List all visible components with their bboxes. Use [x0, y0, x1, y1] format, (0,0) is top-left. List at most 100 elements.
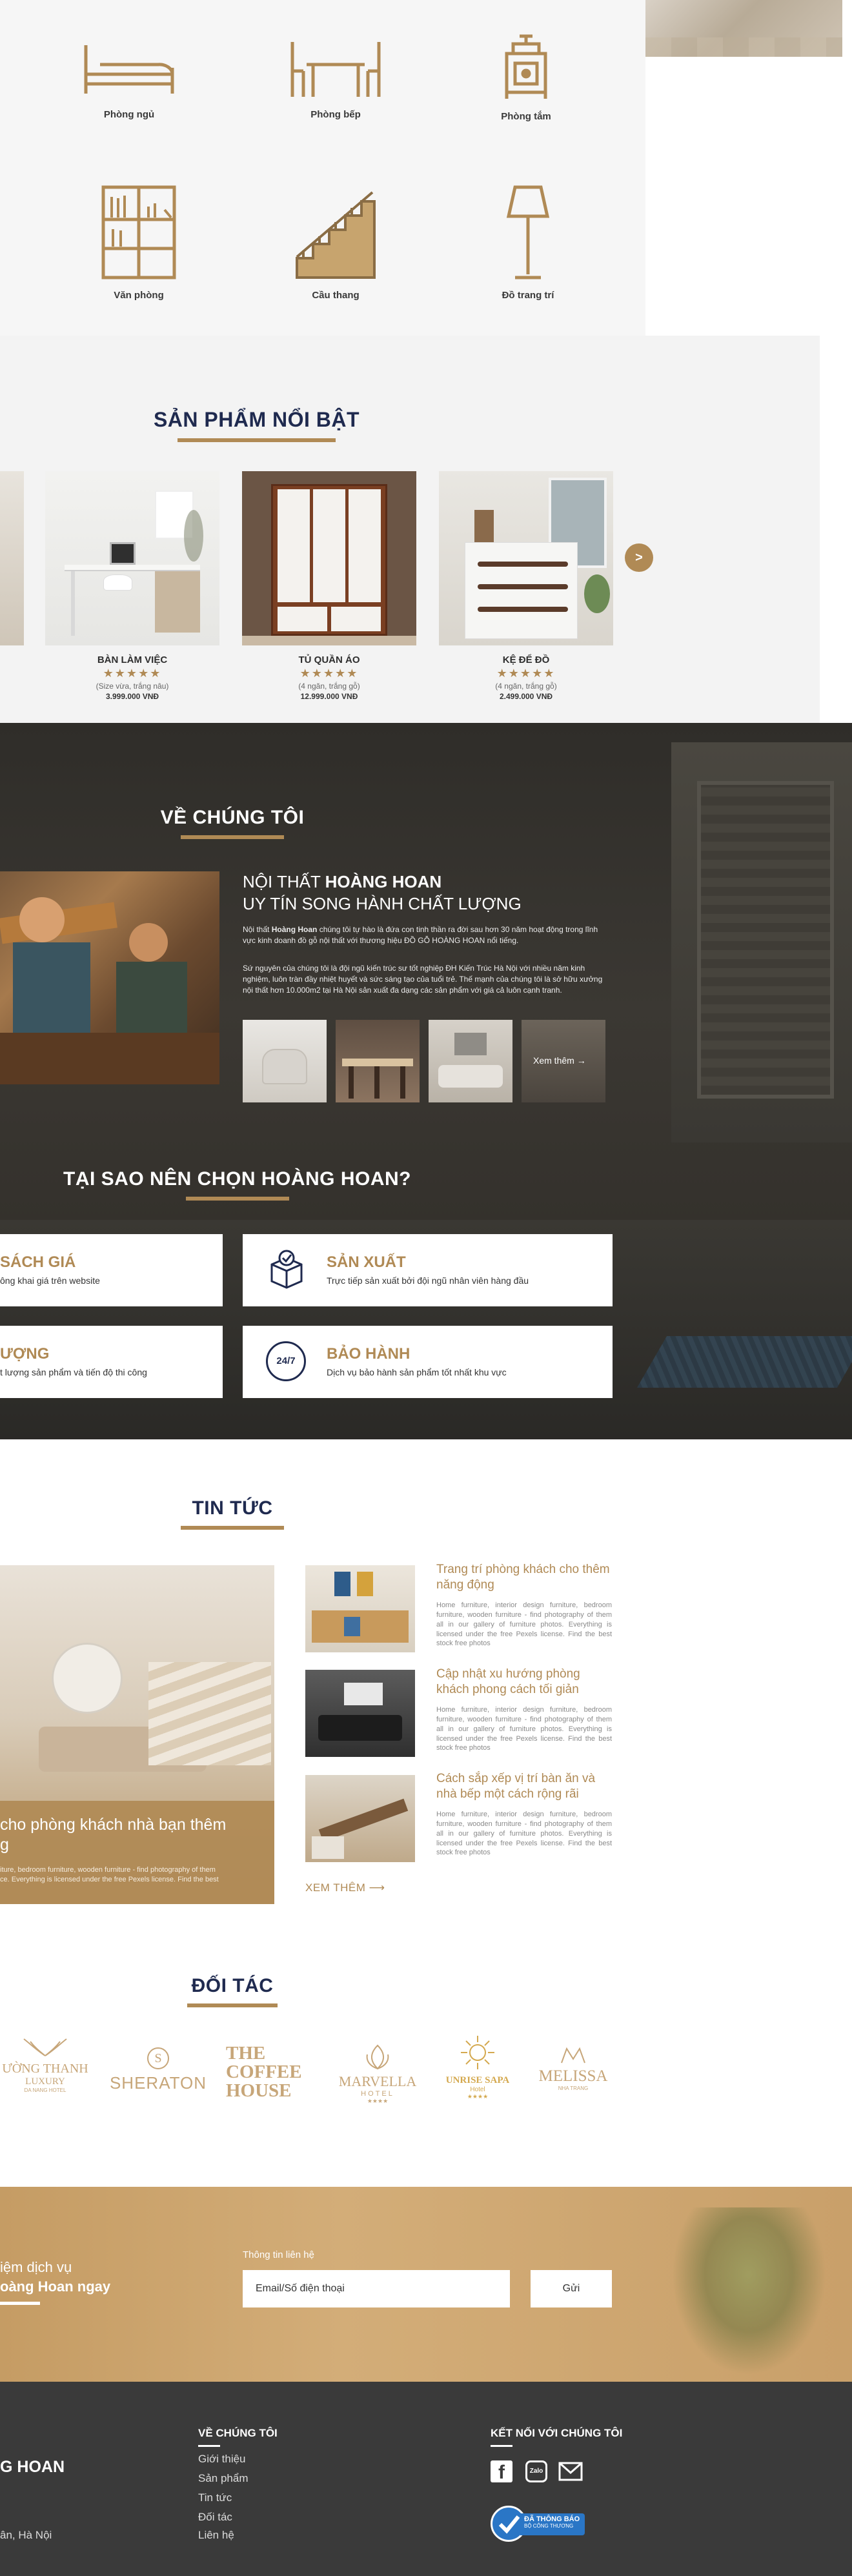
category-office[interactable]: Văn phòng — [74, 184, 203, 301]
why-title: TẠI SAO NÊN CHỌN HOÀNG HOAN? — [63, 1168, 411, 1190]
contact-line-1: iệm dịch vụ — [0, 2259, 72, 2275]
about-more-link[interactable]: Xem thêm → — [522, 1020, 605, 1102]
why-card-desc: ông khai giá trên website — [0, 1275, 100, 1286]
product-name: BÀN LÀM VIỆC — [97, 654, 168, 665]
about-thumbnail[interactable] — [336, 1020, 420, 1102]
product-price: 3.999.000 VNĐ — [105, 692, 159, 701]
why-title-wrap: TẠI SAO NÊN CHỌN HOÀNG HOAN? — [55, 1168, 420, 1201]
background-rug — [636, 1336, 852, 1388]
partner-logo[interactable]: THE COFFEE HOUSE — [226, 2044, 307, 2100]
category-bedroom[interactable]: Phòng ngủ — [65, 35, 194, 120]
rating-stars: ★★★★★ — [299, 667, 359, 680]
product-card[interactable]: TỦ QUẦN ÁO ★★★★★ (4 ngăn, trắng gỗ) 12.9… — [242, 471, 416, 701]
footer-link-contact[interactable]: Liên hệ — [198, 2529, 234, 2542]
partner-name: THE COFFEE HOUSE — [226, 2043, 302, 2101]
news-more-link[interactable]: XEM THÊM ⟶ — [305, 1881, 385, 1894]
partner-logo[interactable]: UNRISE SAPA Hotel ★★★★ — [432, 2033, 523, 2100]
category-label: Đồ trang trí — [502, 290, 554, 301]
news-item-desc: Home furniture, interior design furnitur… — [436, 1601, 612, 1648]
top-banner-photo — [645, 0, 842, 57]
why-card-desc: Dịch vụ bảo hành sản phẩm tốt nhất khu v… — [327, 1367, 507, 1377]
product-image — [242, 471, 416, 645]
category-kitchen[interactable]: Phòng bếp — [271, 35, 400, 120]
news-item-title[interactable]: Cách sắp xếp vị trí bàn ăn và nhà bếp mộ… — [436, 1771, 612, 1802]
email-icon[interactable] — [558, 2462, 583, 2481]
product-spec: (4 ngăn, trắng gỗ) — [495, 682, 557, 691]
contact-input[interactable] — [243, 2270, 510, 2307]
category-label: Phòng ngủ — [103, 109, 155, 120]
facebook-icon[interactable]: f — [491, 2460, 512, 2483]
news-feature-caption[interactable]: cho phòng khách nhà bạn thêm g iture, be… — [0, 1801, 274, 1904]
about-thumbnail[interactable] — [243, 1020, 327, 1102]
partner-name: SHERATON — [109, 2073, 207, 2093]
product-card[interactable]: BÀN LÀM VIỆC ★★★★★ (Size vừa, trắng nâu)… — [45, 471, 219, 701]
floor-lamp-icon — [506, 185, 550, 279]
partner-logo[interactable]: MELISSA NHA TRANG — [528, 2047, 618, 2091]
footer-link-about[interactable]: Giới thiệu — [198, 2453, 246, 2466]
about-heading-prefix: NỘI THẤT — [243, 872, 325, 891]
footer-link-news[interactable]: Tin tức — [198, 2491, 232, 2504]
heading-underline — [198, 2445, 220, 2447]
lotus-logo-icon — [366, 2044, 389, 2070]
footer-brand: G HOAN — [0, 2458, 65, 2476]
footer-about-heading: VỀ CHÚNG TÔI — [198, 2427, 278, 2447]
about-title: VỀ CHÚNG TÔI — [160, 807, 305, 828]
submit-button[interactable]: Gửi — [531, 2270, 612, 2307]
news-item-title[interactable]: Trang trí phòng khách cho thêm năng động — [436, 1562, 612, 1593]
about-heading-brand: HOÀNG HOAN — [325, 872, 442, 891]
partner-tag: NHA TRANG — [558, 2085, 589, 2091]
about-para1-brand: Hoàng Hoan — [271, 925, 318, 934]
zalo-icon[interactable]: Zalo — [525, 2460, 547, 2482]
news-item-title[interactable]: Cập nhật xu hướng phòng khách phong cách… — [436, 1667, 612, 1698]
about-paragraph-1: Nội thất Hoàng Hoan chúng tôi tự hào là … — [243, 924, 604, 946]
product-card[interactable]: KỆ ĐỂ ĐỒ ★★★★★ (4 ngăn, trắng gỗ) 2.499.… — [439, 471, 613, 701]
contact-underline — [0, 2302, 40, 2305]
sun-logo-icon — [461, 2036, 494, 2069]
partner-monogram: S — [147, 2047, 169, 2069]
partner-logo[interactable]: ƯỜNG THANH LUXURY DA NANG HOTEL — [0, 2036, 90, 2093]
news-item-image[interactable] — [305, 1670, 415, 1757]
product-image — [45, 471, 219, 645]
news-feature-title: cho phòng khách nhà bạn thêm g — [0, 1816, 227, 1854]
title-underline — [187, 2003, 278, 2007]
rating-stars: ★★★★★ — [496, 667, 556, 680]
why-card-title: BẢO HÀNH — [327, 1345, 411, 1363]
rating-stars: ★★★★★ — [103, 667, 162, 680]
partner-tag: ★★★★ — [367, 2098, 389, 2104]
why-card-title: SẢN XUẤT — [327, 1253, 406, 1271]
category-stairs[interactable]: Cầu thang — [271, 187, 400, 301]
about-title-wrap: VỀ CHÚNG TÔI — [148, 807, 316, 839]
category-bathroom[interactable]: Phòng tắm — [462, 31, 591, 122]
footer-address: ân, Hà Nội — [0, 2529, 52, 2541]
category-decor[interactable]: Đồ trang trí — [463, 184, 593, 301]
title-underline — [181, 835, 284, 839]
carousel-next-button[interactable]: > — [625, 543, 653, 572]
footer-link-products[interactable]: Sản phẩm — [198, 2472, 249, 2485]
partner-sub: Hotel — [470, 2086, 485, 2093]
coffee-grinder-icon — [505, 34, 547, 99]
title-underline — [181, 1526, 284, 1530]
partners-title: ĐỐI TÁC — [191, 1975, 274, 1996]
title-underline — [178, 438, 336, 442]
wings-logo-icon — [23, 2038, 67, 2056]
about-thumbnail[interactable] — [429, 1020, 512, 1102]
featured-title-wrap: SẢN PHẨM NỔI BẬT — [97, 408, 416, 442]
background-door — [671, 742, 852, 1142]
footer-link-partners[interactable]: Đối tác — [198, 2511, 232, 2524]
news-item-image[interactable] — [305, 1565, 415, 1652]
product-spec: (Size vừa, trắng nâu) — [96, 682, 169, 691]
bct-line-2: BỘ CÔNG THƯƠNG — [524, 2523, 574, 2529]
footer — [0, 2382, 852, 2576]
bct-badge[interactable]: ĐÃ THÔNG BÁO BỘ CÔNG THƯƠNG — [491, 2506, 586, 2542]
category-label: Văn phòng — [114, 290, 164, 301]
news-item-desc: Home furniture, interior design furnitur… — [436, 1706, 612, 1752]
news-feature-desc: iture, bedroom furniture, wooden furnitu… — [0, 1866, 219, 1883]
about-more-label: Xem thêm → — [533, 1055, 586, 1066]
heading-underline — [491, 2445, 512, 2447]
partner-logo[interactable]: MARVELLA HOTEL ★★★★ — [326, 2043, 429, 2105]
verified-box-icon — [270, 1250, 303, 1289]
news-item-image[interactable] — [305, 1775, 415, 1862]
footer-connect-heading: KẾT NỐI VỚI CHÚNG TÔI — [491, 2427, 622, 2447]
partner-sub: HOTEL — [361, 2090, 394, 2098]
partner-logo[interactable]: S SHERATON — [107, 2047, 210, 2093]
